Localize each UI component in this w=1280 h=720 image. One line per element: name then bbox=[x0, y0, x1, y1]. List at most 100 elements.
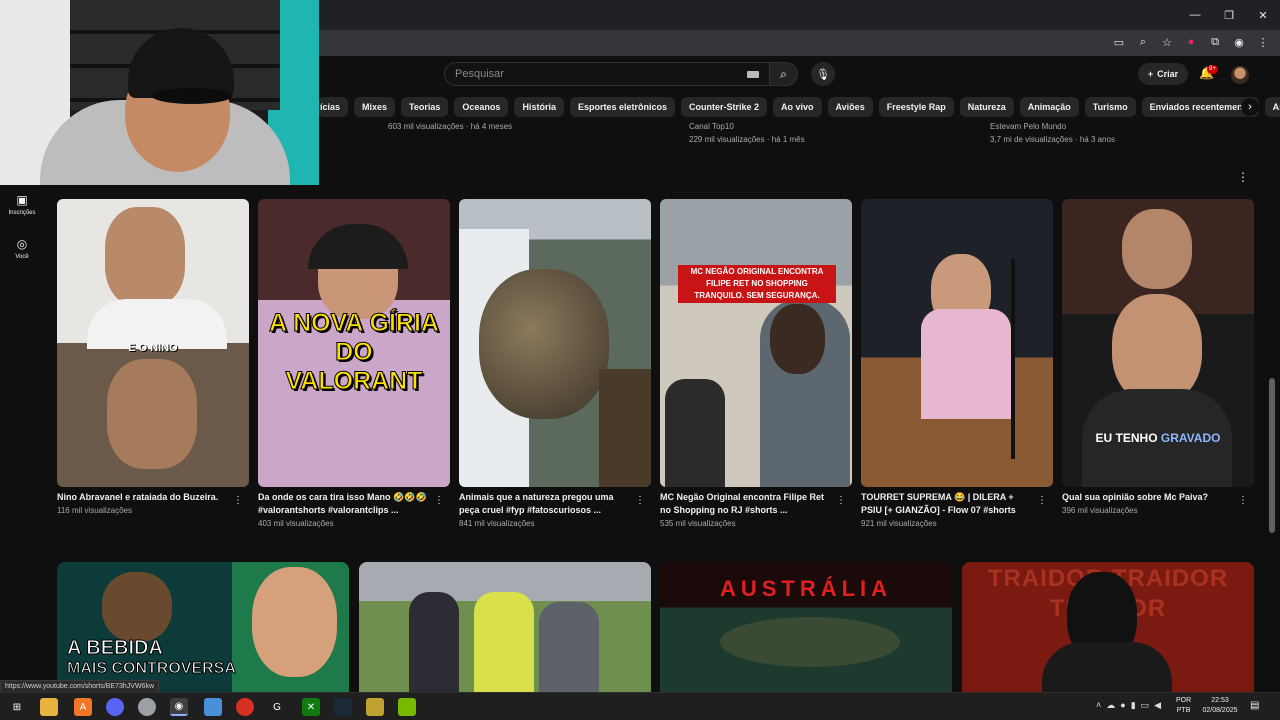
short-title[interactable]: TOURRET SUPREMA 😂 | DILERA + PSIU [+ GIA… bbox=[861, 491, 1033, 517]
clock-date: 02/08/2025 bbox=[1202, 707, 1238, 714]
short-card[interactable]: Animais que a natureza pregou uma peça c… bbox=[459, 199, 651, 528]
short-card[interactable]: E O NINO Nino Abravanel e rataiada do Bu… bbox=[57, 199, 249, 515]
video-thumbnail[interactable]: A BEBIDA MAIS CONTROVERSA bbox=[57, 562, 349, 692]
channel-name[interactable]: Canal Top10 bbox=[689, 122, 734, 131]
chip[interactable]: História bbox=[514, 97, 564, 117]
battery-icon[interactable]: ▮ bbox=[1131, 700, 1136, 711]
short-title[interactable]: Da onde os cara tira isso Mano 🤣🤣🤣 #valo… bbox=[258, 491, 430, 517]
app-icon[interactable] bbox=[366, 698, 384, 716]
plus-icon: + bbox=[1147, 69, 1154, 79]
cloud-icon[interactable]: ☁ bbox=[1106, 700, 1115, 711]
extension-record-icon[interactable]: ● bbox=[1184, 34, 1198, 50]
short-thumbnail[interactable]: EU TENHO GRAVADO bbox=[1062, 199, 1254, 487]
extensions-icon[interactable]: ⧉ bbox=[1208, 34, 1222, 50]
keyboard-icon[interactable] bbox=[747, 71, 759, 78]
cast-icon[interactable]: ▭ bbox=[1112, 34, 1126, 50]
more-vert-icon[interactable]: ⋮ bbox=[434, 495, 444, 506]
short-title[interactable]: Nino Abravanel e rataiada do Buzeira. bbox=[57, 491, 229, 504]
rail-subscriptions[interactable]: ▣ Inscrições bbox=[6, 193, 38, 216]
app-icon[interactable]: G bbox=[268, 698, 286, 716]
volume-icon[interactable]: ◀ bbox=[1154, 700, 1161, 711]
more-vert-icon[interactable]: ⋮ bbox=[635, 495, 645, 506]
video-stats: 229 mil visualizações · há 1 mês bbox=[689, 135, 805, 144]
channel-name[interactable]: Estevam Pelo Mundo bbox=[990, 122, 1066, 131]
rail-label: Você bbox=[15, 254, 29, 260]
short-thumbnail[interactable]: A NOVA GÍRIA DO VALORANT bbox=[258, 199, 450, 487]
short-thumbnail[interactable] bbox=[861, 199, 1053, 487]
chevron-right-icon[interactable]: › bbox=[1241, 98, 1259, 116]
more-vert-icon[interactable]: ⋮ bbox=[1238, 495, 1248, 506]
chip[interactable]: Turismo bbox=[1084, 97, 1136, 117]
windows-start-icon[interactable]: ⊞ bbox=[8, 698, 26, 716]
video-thumbnail[interactable]: TRAIDOR TRAIDOR TRAIDOR bbox=[962, 562, 1254, 692]
more-vert-icon[interactable]: ⋮ bbox=[836, 495, 846, 506]
restore-icon[interactable]: ❐ bbox=[1212, 0, 1246, 30]
clock-time: 22:53 bbox=[1211, 697, 1229, 704]
chevron-up-icon[interactable]: ˄ bbox=[1096, 700, 1101, 711]
video-stats: 603 mil visualizações · há 4 meses bbox=[388, 122, 513, 131]
minimize-icon[interactable]: — bbox=[1178, 0, 1212, 30]
scrollbar[interactable] bbox=[1269, 160, 1275, 695]
chip[interactable]: Mixes bbox=[354, 97, 396, 117]
account-avatar[interactable] bbox=[1231, 66, 1249, 84]
short-title[interactable]: Animais que a natureza pregou uma peça c… bbox=[459, 491, 631, 517]
more-vert-icon[interactable]: ⋮ bbox=[1037, 495, 1047, 506]
mic-icon[interactable]: ● bbox=[1120, 700, 1125, 711]
rail-you[interactable]: ◎ Você bbox=[6, 237, 38, 260]
chip[interactable]: Natureza bbox=[959, 97, 1014, 117]
chip[interactable]: Aviões bbox=[827, 97, 873, 117]
create-button[interactable]: + Criar bbox=[1138, 63, 1188, 85]
video-thumbnail[interactable] bbox=[359, 562, 651, 692]
short-thumbnail[interactable]: E O NINO bbox=[57, 199, 249, 487]
browser-menu-icon[interactable]: ⋮ bbox=[1256, 34, 1270, 50]
voice-search-button[interactable]: 🎙 bbox=[811, 62, 835, 86]
overlay-text-highlight: GRAVADO bbox=[1160, 431, 1221, 445]
bookmark-star-icon[interactable]: ☆ bbox=[1160, 34, 1174, 50]
more-vert-icon[interactable]: ⋮ bbox=[233, 495, 243, 506]
steam-icon[interactable] bbox=[334, 698, 352, 716]
chip[interactable]: Oceanos bbox=[454, 97, 509, 117]
language-indicator[interactable]: POR PTB bbox=[1176, 696, 1191, 716]
zoom-icon[interactable]: ⌕ bbox=[1136, 34, 1150, 50]
file-explorer-icon[interactable] bbox=[40, 698, 58, 716]
short-card[interactable]: A NOVA GÍRIA DO VALORANT Da onde os cara… bbox=[258, 199, 450, 528]
chip[interactable]: Esportes eletrônicos bbox=[569, 97, 675, 117]
user-circle-icon: ◎ bbox=[16, 237, 28, 251]
clock[interactable]: 22:53 02/08/2025 bbox=[1198, 696, 1242, 716]
chip[interactable]: Counter-Strike 2 bbox=[680, 97, 767, 117]
app-icon[interactable] bbox=[138, 698, 156, 716]
thumbnail-overlay-text: E O NINO bbox=[128, 342, 178, 354]
chip[interactable]: Freestyle Rap bbox=[878, 97, 954, 117]
profile-icon[interactable]: ◉ bbox=[1232, 34, 1246, 50]
app-icon[interactable] bbox=[204, 698, 222, 716]
more-vert-icon[interactable]: ⋮ bbox=[1237, 170, 1249, 184]
discord-icon[interactable] bbox=[106, 698, 124, 716]
subscriptions-icon: ▣ bbox=[16, 193, 28, 207]
short-card[interactable]: TOURRET SUPREMA 😂 | DILERA + PSIU [+ GIA… bbox=[861, 199, 1053, 528]
short-thumbnail[interactable] bbox=[459, 199, 651, 487]
nvidia-icon[interactable] bbox=[398, 698, 416, 716]
chip[interactable]: Animação bbox=[1019, 97, 1079, 117]
close-icon[interactable]: ✕ bbox=[1246, 0, 1280, 30]
app-icon[interactable] bbox=[236, 698, 254, 716]
chip[interactable]: ícias bbox=[318, 97, 349, 117]
short-title[interactable]: MC Negão Original encontra Filipe Ret no… bbox=[660, 491, 832, 517]
network-icon[interactable]: ▭ bbox=[1141, 700, 1150, 711]
video-thumbnail[interactable]: AUSTRÁLIA bbox=[660, 562, 952, 692]
scrollbar-thumb[interactable] bbox=[1269, 378, 1275, 533]
chip[interactable]: Teorias bbox=[401, 97, 449, 117]
app-icon[interactable]: A bbox=[74, 698, 92, 716]
search-button[interactable]: ⌕ bbox=[770, 62, 798, 86]
short-card[interactable]: EU TENHO GRAVADO Qual sua opinião sobre … bbox=[1062, 199, 1254, 515]
search-input[interactable] bbox=[455, 68, 735, 80]
xbox-icon[interactable]: ✕ bbox=[302, 698, 320, 716]
search-box[interactable] bbox=[444, 62, 770, 86]
chip[interactable]: Ao vivo bbox=[773, 97, 822, 117]
keyboard-layout: PTB bbox=[1176, 707, 1191, 714]
short-thumbnail[interactable]: MC NEGÃO ORIGINAL ENCONTRA FILIPE RET NO… bbox=[660, 199, 852, 487]
chrome-icon[interactable]: ◉ bbox=[170, 698, 188, 716]
chip[interactable]: Assistidos bbox=[1264, 97, 1280, 117]
short-title[interactable]: Qual sua opinião sobre Mc Paiva? bbox=[1062, 491, 1234, 504]
notification-icon[interactable]: ▤ bbox=[1250, 700, 1259, 711]
short-card[interactable]: MC NEGÃO ORIGINAL ENCONTRA FILIPE RET NO… bbox=[660, 199, 852, 528]
